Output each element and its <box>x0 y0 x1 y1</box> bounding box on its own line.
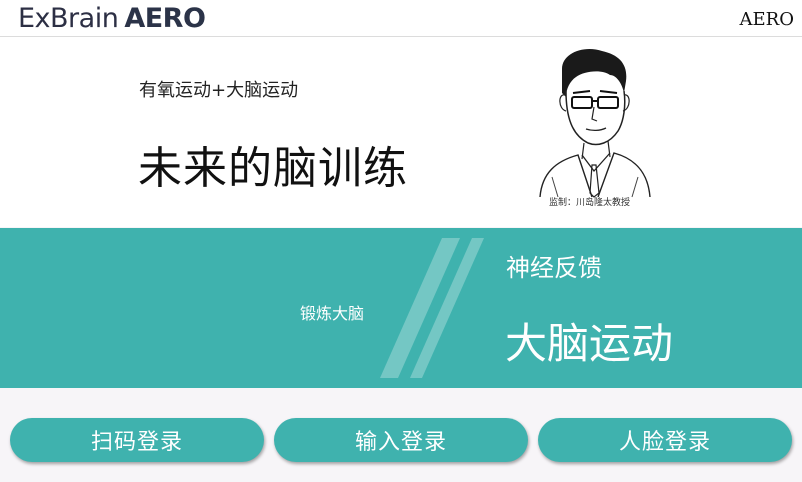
top-bar: ExBrain AERO AERO <box>0 0 802 37</box>
band-small-label: 锻炼大脑 <box>300 304 365 323</box>
header-right-label: AERO <box>739 9 794 30</box>
brand-name: ExBrain <box>18 3 119 34</box>
scan-login-button[interactable]: 扫码登录 <box>10 418 264 462</box>
diagonal-stripes-decoration <box>380 238 484 378</box>
professor-portrait-illustration <box>539 49 651 198</box>
input-login-button[interactable]: 输入登录 <box>274 418 528 462</box>
portrait-caption: 监制：川岛隆太教授 <box>549 198 631 208</box>
brand-logo: ExBrain AERO <box>18 3 206 35</box>
band-label-brain-exercise: 大脑运动 <box>505 319 674 368</box>
band-label-neurofeedback: 神经反馈 <box>506 254 602 282</box>
feature-band: 锻炼大脑 神经反馈 大脑运动 <box>0 228 802 388</box>
hero-subtitle: 有氧运动+大脑运动 <box>139 80 299 101</box>
brand-suffix: AERO <box>124 3 206 34</box>
hero-title: 未来的脑训练 <box>138 143 408 194</box>
hero-section: 有氧运动+大脑运动 未来的脑训练 监制：川岛隆太教授 <box>0 37 802 227</box>
face-login-button[interactable]: 人脸登录 <box>538 418 792 462</box>
